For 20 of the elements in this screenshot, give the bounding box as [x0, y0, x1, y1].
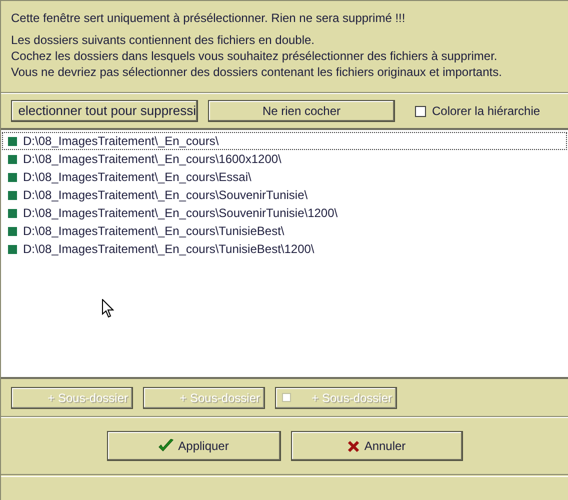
cancel-button[interactable]: Annuler: [290, 431, 462, 461]
close-icon: [347, 440, 360, 452]
folder-item[interactable]: D:\08_ImagesTraitement\_En_cours\TunisieBest\1200\: [2, 240, 567, 258]
checkbox-icon: [282, 393, 291, 402]
apply-button[interactable]: Appliquer: [106, 431, 280, 461]
folder-item[interactable]: D:\08_ImagesTraitement\_En_cours\TunisieBest\: [2, 222, 567, 240]
color-hierarchy-checkbox[interactable]: Colorer la hiérarchie: [415, 102, 540, 120]
folder-item[interactable]: D:\08_ImagesTraitement\_En_cours\1600x1200\: [2, 150, 567, 168]
info-text: Les dossiers suivants contiennent des fichiers en double.: [11, 32, 316, 48]
folder-item[interactable]: D:\08_ImagesTraitement\_En_cours\: [2, 132, 567, 150]
info-text: Vous ne devriez pas sélectionner des dossiers contenant les fichiers originaux et importants.: [11, 64, 503, 80]
select-all-button[interactable]: electionner tout pour suppressi: [11, 100, 198, 122]
checkmark-icon: [158, 439, 174, 453]
info-text: Cochez les dossiers dans lesquels vous souhaitez présélectionner des fichiers à supprimer.: [11, 48, 498, 64]
warning-text: Cette fenêtre sert uniquement à présélectionner. Rien ne sera supprimé !!!: [11, 10, 406, 26]
folder-item[interactable]: D:\08_ImagesTraitement\_En_cours\SouvenirTunisie\1200\: [2, 204, 567, 222]
folder-item[interactable]: D:\08_ImagesTraitement\_En_cours\Essai\: [2, 168, 567, 186]
folder-item[interactable]: D:\08_ImagesTraitement\_En_cours\SouvenirTunisie\: [2, 186, 567, 204]
mouse-cursor-icon: [102, 299, 114, 318]
uncheck-all-button[interactable]: Ne rien cocher: [208, 100, 395, 122]
